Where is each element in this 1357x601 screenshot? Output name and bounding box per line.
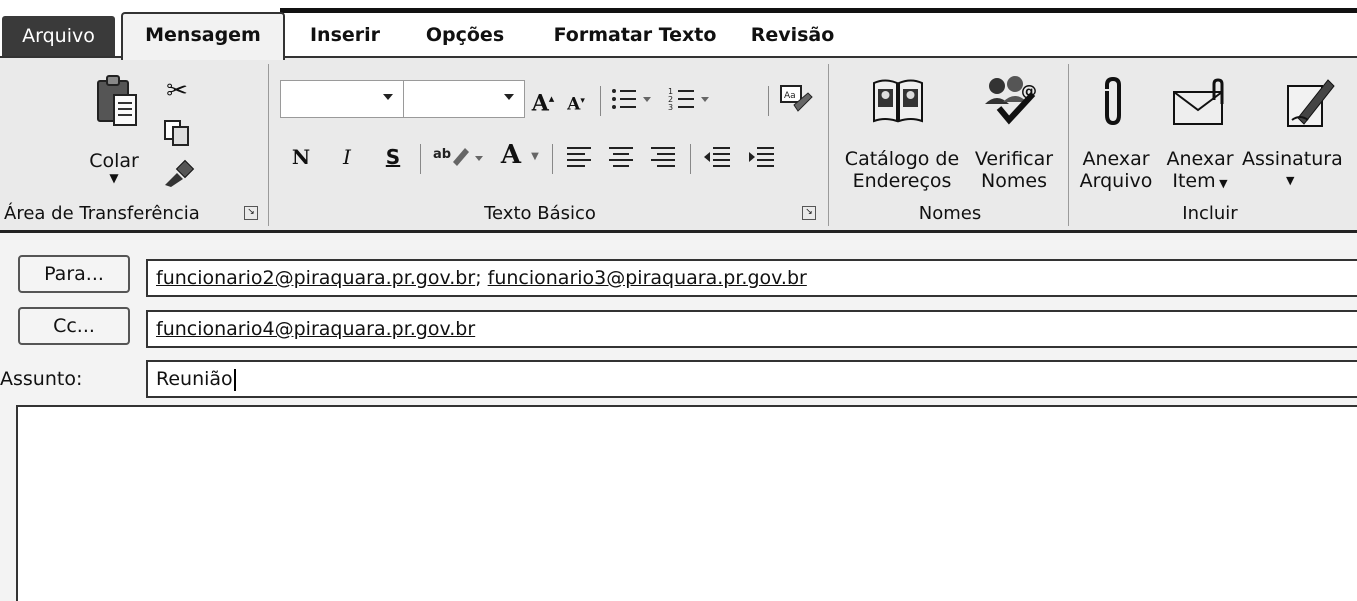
font-color-dropdown-icon[interactable]: ▼	[528, 150, 542, 162]
signature-button[interactable]: Assinatura ▼	[1242, 148, 1357, 192]
font-color-button[interactable]: A	[496, 140, 526, 170]
shrink-font-button[interactable]: A▾	[562, 86, 590, 120]
message-body[interactable]	[16, 405, 1357, 601]
cut-icon[interactable]: ✂	[162, 76, 192, 106]
align-center-icon[interactable]	[604, 142, 638, 172]
bullets-icon[interactable]	[608, 84, 656, 114]
subject-text: Reunião	[156, 368, 233, 390]
recipient-address[interactable]: funcionario4@piraquara.pr.gov.br	[156, 318, 475, 340]
clipboard-group-label: Área de Transferência	[4, 203, 200, 224]
styles-icon[interactable]: Aa	[776, 82, 816, 116]
address-book-button[interactable]: Catálogo de Endereços	[838, 148, 966, 192]
signature-icon[interactable]	[1278, 72, 1338, 132]
ribbon-tab-bar: Arquivo Mensagem Inserir Opções Formatar…	[0, 0, 1357, 60]
italic-button[interactable]: I	[334, 142, 360, 172]
subject-label: Assunto:	[0, 368, 83, 390]
toolbar-divider	[420, 144, 421, 174]
toolbar-divider	[768, 86, 769, 116]
paperclip-icon[interactable]	[1094, 72, 1130, 132]
svg-text:3: 3	[668, 103, 673, 112]
basic-text-group: A▴ A▾ 1 2 3 Aa N I S ab A ▼ Texto Básico…	[270, 58, 828, 230]
clipboard-launcher-icon[interactable]: ↘	[244, 206, 258, 220]
clipboard-group: Colar ▼ ✂ Área de Transferência ↘	[0, 58, 268, 230]
numbering-icon[interactable]: 1 2 3	[666, 84, 714, 114]
ribbon: Colar ▼ ✂ Área de Transferência ↘ A▴ A▾	[0, 56, 1357, 233]
basic-text-group-label: Texto Básico	[484, 203, 596, 224]
check-names-icon[interactable]: @	[980, 70, 1040, 130]
toolbar-divider	[552, 144, 553, 174]
recipient-address[interactable]: funcionario3@piraquara.pr.gov.br	[488, 267, 807, 289]
include-group: Anexar Arquivo Anexar Item ▼ Assinatura …	[1070, 58, 1357, 230]
to-field[interactable]: funcionario2@piraquara.pr.gov.br; funcio…	[146, 259, 1357, 297]
cc-button[interactable]: Cc...	[18, 307, 130, 345]
tab-review[interactable]: Revisão	[740, 14, 845, 56]
toolbar-divider	[690, 144, 691, 174]
grow-font-button[interactable]: A▴	[528, 84, 558, 118]
font-size-combo[interactable]	[403, 80, 525, 118]
subject-field[interactable]: Reunião	[146, 360, 1357, 398]
paste-dropdown-arrow-icon[interactable]: ▼	[106, 171, 122, 185]
format-painter-icon[interactable]	[160, 158, 196, 190]
toolbar-divider	[600, 86, 601, 116]
attach-item-button[interactable]: Anexar Item ▼	[1160, 148, 1240, 195]
highlight-icon[interactable]: ab	[430, 140, 488, 174]
include-group-label: Incluir	[1182, 203, 1238, 224]
tab-message[interactable]: Mensagem	[121, 12, 285, 60]
cc-field[interactable]: funcionario4@piraquara.pr.gov.br	[146, 310, 1357, 348]
address-book-icon[interactable]	[870, 72, 926, 128]
bold-button[interactable]: N	[288, 142, 314, 172]
tab-options[interactable]: Opções	[405, 14, 525, 56]
underline-button[interactable]: S	[380, 142, 406, 172]
decrease-indent-icon[interactable]	[700, 142, 734, 172]
attach-file-button[interactable]: Anexar Arquivo	[1076, 148, 1156, 192]
tab-file[interactable]: Arquivo	[2, 16, 115, 56]
paste-icon[interactable]	[92, 72, 142, 130]
align-right-icon[interactable]	[646, 142, 680, 172]
group-separator	[268, 64, 269, 226]
svg-text:Aa: Aa	[784, 91, 796, 101]
group-separator	[1068, 64, 1069, 226]
text-cursor	[233, 368, 236, 391]
paste-button-label[interactable]: Colar	[74, 150, 154, 172]
recipient-address[interactable]: funcionario2@piraquara.pr.gov.br	[156, 267, 475, 289]
tab-bar-top-line	[280, 8, 1357, 13]
svg-text:ab: ab	[433, 147, 451, 162]
align-left-icon[interactable]	[562, 142, 596, 172]
recipient-separator: ;	[475, 267, 488, 289]
tab-format-text[interactable]: Formatar Texto	[545, 14, 725, 56]
check-names-button[interactable]: Verificar Nomes	[966, 148, 1062, 192]
basic-text-launcher-icon[interactable]: ↘	[802, 206, 816, 220]
increase-indent-icon[interactable]	[744, 142, 778, 172]
to-button[interactable]: Para...	[18, 255, 130, 293]
tab-insert[interactable]: Inserir	[295, 14, 395, 56]
copy-icon[interactable]	[160, 116, 194, 150]
names-group-label: Nomes	[918, 203, 982, 224]
names-group: @ Catálogo de Endereços Verificar Nomes …	[830, 58, 1068, 230]
group-separator	[828, 64, 829, 226]
attach-item-icon[interactable]	[1168, 76, 1234, 130]
font-name-combo[interactable]	[280, 80, 404, 118]
